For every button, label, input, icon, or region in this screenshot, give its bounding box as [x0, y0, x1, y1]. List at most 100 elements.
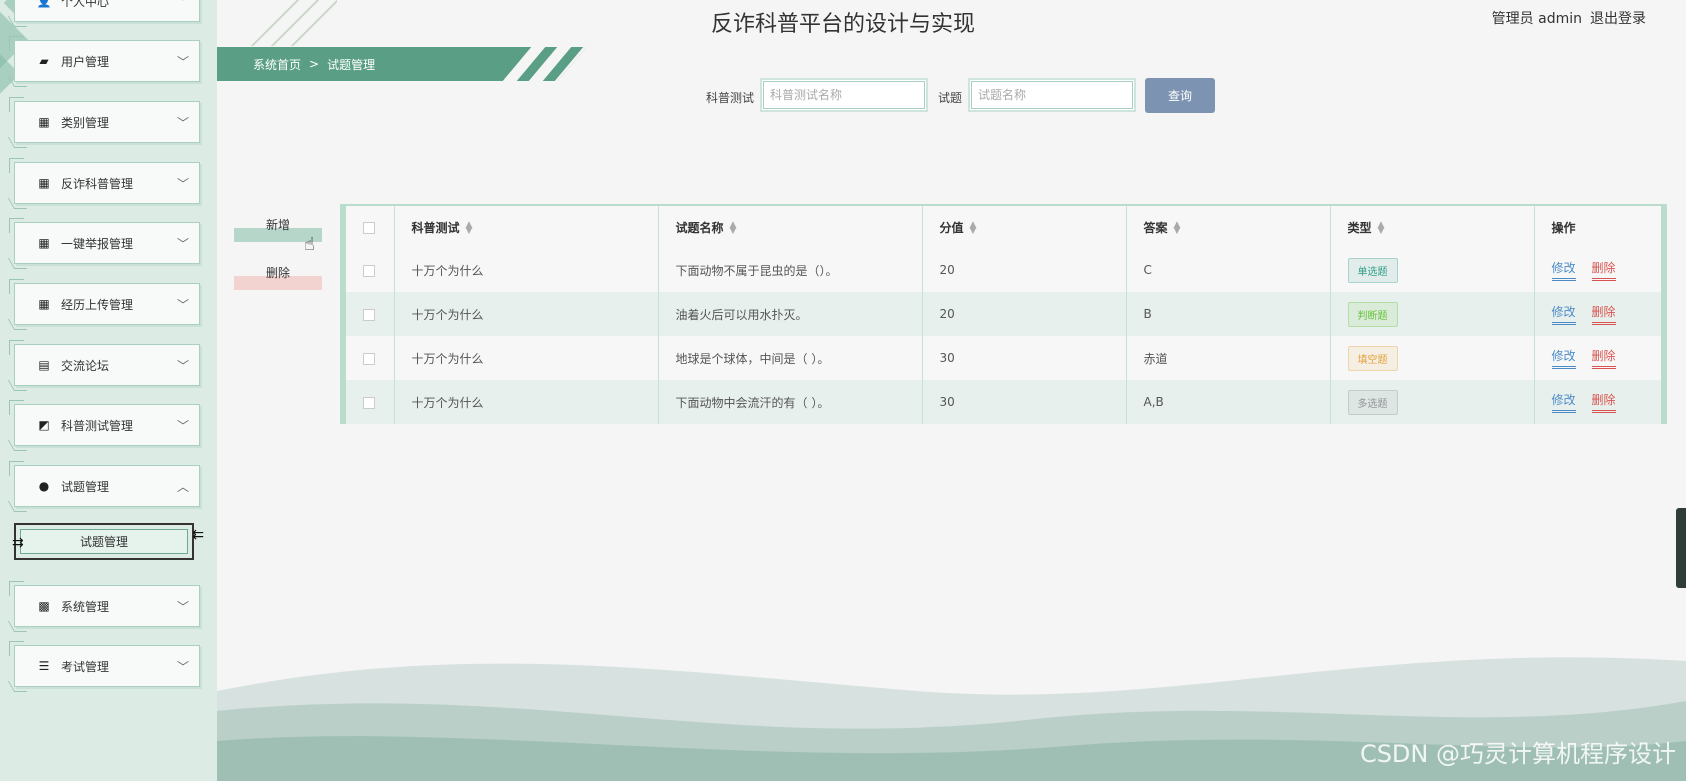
chevron-down-icon: ﹀ — [177, 297, 190, 312]
column-header-type[interactable]: 类型 ▲ ▼ — [1330, 206, 1535, 248]
sidebar-item-label: 一键举报管理 — [61, 236, 134, 251]
edit-link[interactable]: 修改 — [1551, 391, 1576, 413]
delete-button[interactable]: 删除 — [234, 260, 322, 290]
table-row: 十万个为什么 油着火后可以用水扑灭。 20 B 判断题 修改 删除 — [346, 292, 1661, 336]
question-table: 科普测试 ▲ ▼ 试题名称 ▲ ▼ 分值 ▲ ▼ 答案 ▲ ▼ 类型 ▲ ▼ 操作 十万个为什么 下面… — [340, 204, 1667, 424]
row-checkbox[interactable] — [363, 396, 375, 409]
sort-icon[interactable]: ▲ ▼ — [1174, 221, 1181, 236]
folder-icon: ▰ — [39, 54, 49, 68]
table-row: 十万个为什么 下面动物不属于昆虫的是（）。 20 C 单选题 修改 删除 — [346, 248, 1661, 292]
cell-actions: 修改 删除 — [1534, 336, 1661, 380]
column-header-answer[interactable]: 答案 ▲ ▼ — [1126, 206, 1331, 248]
row-checkbox[interactable] — [363, 352, 375, 365]
chat-icon: ▩ — [38, 599, 50, 613]
breadcrumb-separator: > — [309, 57, 320, 71]
watermark: CSDN @巧灵计算机程序设计 — [1359, 740, 1676, 768]
row-checkbox[interactable] — [363, 264, 375, 277]
sidebar-item-6[interactable]: ▤ 交流论坛 ﹀ — [9, 340, 200, 386]
grid-icon: ▦ — [38, 236, 50, 250]
row-checkbox[interactable] — [363, 308, 375, 321]
edit-link[interactable]: 修改 — [1551, 303, 1576, 325]
table-row: 十万个为什么 下面动物中会流汗的有（ ）。 30 A,B 多选题 修改 删除 — [346, 380, 1661, 424]
column-header-test[interactable]: 科普测试 ▲ ▼ — [394, 206, 659, 248]
cell-answer: B — [1126, 292, 1331, 336]
cell-answer: 赤道 — [1126, 336, 1331, 380]
select-all-checkbox[interactable] — [363, 221, 375, 234]
cell-test: 十万个为什么 — [394, 292, 659, 336]
select-all-cell — [346, 206, 395, 248]
arrows-right-icon: ⇉ — [12, 535, 24, 551]
cell-score: 20 — [922, 292, 1127, 336]
sidebar-item-3[interactable]: ▦ 反诈科普管理 ﹀ — [9, 158, 200, 204]
cell-actions: 修改 删除 — [1534, 248, 1661, 292]
table-header-row: 科普测试 ▲ ▼ 试题名称 ▲ ▼ 分值 ▲ ▼ 答案 ▲ ▼ 类型 ▲ ▼ 操作 — [346, 206, 1661, 248]
row-select-cell — [346, 380, 395, 424]
cell-actions: 修改 删除 — [1534, 380, 1661, 424]
sidebar-item-label: 用户管理 — [61, 54, 110, 69]
search-button[interactable]: 查询 — [1145, 78, 1215, 113]
bulb-icon: ● — [38, 479, 50, 493]
sidebar-item-4[interactable]: ▦ 一键举报管理 ﹀ — [9, 218, 200, 264]
delete-link[interactable]: 删除 — [1591, 303, 1616, 325]
chevron-down-icon: ﹀ — [177, 358, 190, 373]
cell-answer: A,B — [1126, 380, 1331, 424]
sidebar-item-label: 反诈科普管理 — [61, 176, 134, 191]
sidebar-item-5[interactable]: ▦ 经历上传管理 ﹀ — [9, 279, 200, 325]
type-tag: 判断题 — [1347, 301, 1398, 327]
cell-question: 油着火后可以用水扑灭。 — [658, 292, 923, 336]
submenu-item-question-management[interactable]: 试题管理 ⇉ ⇇ — [12, 523, 204, 560]
chevron-down-icon: ﹀ — [177, 599, 190, 614]
sidebar-item-7[interactable]: ◩ 科普测试管理 ﹀ — [9, 400, 200, 446]
delete-link[interactable]: 删除 — [1591, 391, 1616, 413]
row-select-cell — [346, 248, 395, 292]
sort-icon[interactable]: ▲ ▼ — [970, 221, 977, 236]
cell-question: 下面动物中会流汗的有（ ）。 — [658, 380, 923, 424]
grid-icon: ▦ — [38, 115, 50, 129]
delete-link[interactable]: 删除 — [1591, 259, 1616, 281]
chevron-down-icon: ﹀ — [177, 176, 190, 191]
type-tag: 填空题 — [1347, 345, 1398, 371]
sidebar-item-10[interactable]: ☰ 考试管理 ﹀ — [9, 641, 200, 687]
breadcrumb: 系统首页 > 试题管理 — [217, 47, 587, 81]
cell-question: 地球是个球体，中间是（ ）。 — [658, 336, 923, 380]
list-icon: ☰ — [38, 659, 50, 673]
sidebar-item-9[interactable]: ▩ 系统管理 ﹀ — [9, 581, 200, 627]
delete-link[interactable]: 删除 — [1591, 347, 1616, 369]
submenu-item-label: 试题管理 — [79, 535, 128, 549]
column-header-question[interactable]: 试题名称 ▲ ▼ — [658, 206, 923, 248]
column-header-actions: 操作 — [1551, 220, 1576, 235]
sidebar-item-label: 交流论坛 — [61, 358, 110, 373]
sort-icon[interactable]: ▲ ▼ — [1378, 221, 1385, 236]
cell-type: 判断题 — [1330, 292, 1535, 336]
edit-link[interactable]: 修改 — [1551, 259, 1576, 281]
table-row: 十万个为什么 地球是个球体，中间是（ ）。 30 赤道 填空题 修改 删除 — [346, 336, 1661, 380]
column-header-score[interactable]: 分值 ▲ ▼ — [922, 206, 1127, 248]
question-search-input[interactable] — [968, 78, 1136, 112]
cell-test: 十万个为什么 — [394, 380, 659, 424]
arrows-left-icon: ⇇ — [192, 527, 204, 543]
sidebar-item-label: 考试管理 — [61, 659, 110, 674]
page-title: 反诈科普平台的设计与实现 — [710, 12, 975, 37]
sort-icon[interactable]: ▲ ▼ — [466, 221, 473, 236]
grid-icon: ▦ — [38, 297, 50, 311]
sidebar-item-2[interactable]: ▦ 类别管理 ﹀ — [9, 97, 200, 143]
delete-button-label: 删除 — [265, 266, 290, 280]
sort-icon[interactable]: ▲ ▼ — [730, 221, 737, 236]
sidebar-item-1[interactable]: ▰ 用户管理 ﹀ — [9, 36, 200, 82]
test-search-label: 科普测试 — [706, 91, 755, 105]
grid-icon: ▦ — [38, 176, 50, 190]
edit-link[interactable]: 修改 — [1551, 347, 1576, 369]
sidebar-item-label: 系统管理 — [61, 599, 110, 614]
chevron-down-icon: ﹀ — [177, 54, 190, 69]
scroll-handle[interactable] — [1676, 508, 1686, 588]
sidebar-item-8[interactable]: ● 试题管理 ︿ — [9, 461, 200, 507]
add-button-label: 新增 — [265, 218, 290, 232]
sidebar-item-label: 经历上传管理 — [61, 297, 134, 312]
hand-cursor-icon: ☝ — [304, 234, 315, 255]
breadcrumb-home[interactable]: 系统首页 — [253, 56, 301, 73]
user-area: 管理员 admin 退出登录 — [1492, 8, 1646, 28]
test-search-input[interactable] — [760, 78, 928, 112]
logout-link[interactable]: 退出登录 — [1590, 8, 1646, 28]
breadcrumb-current: 试题管理 — [327, 57, 376, 72]
cell-actions: 修改 删除 — [1534, 292, 1661, 336]
